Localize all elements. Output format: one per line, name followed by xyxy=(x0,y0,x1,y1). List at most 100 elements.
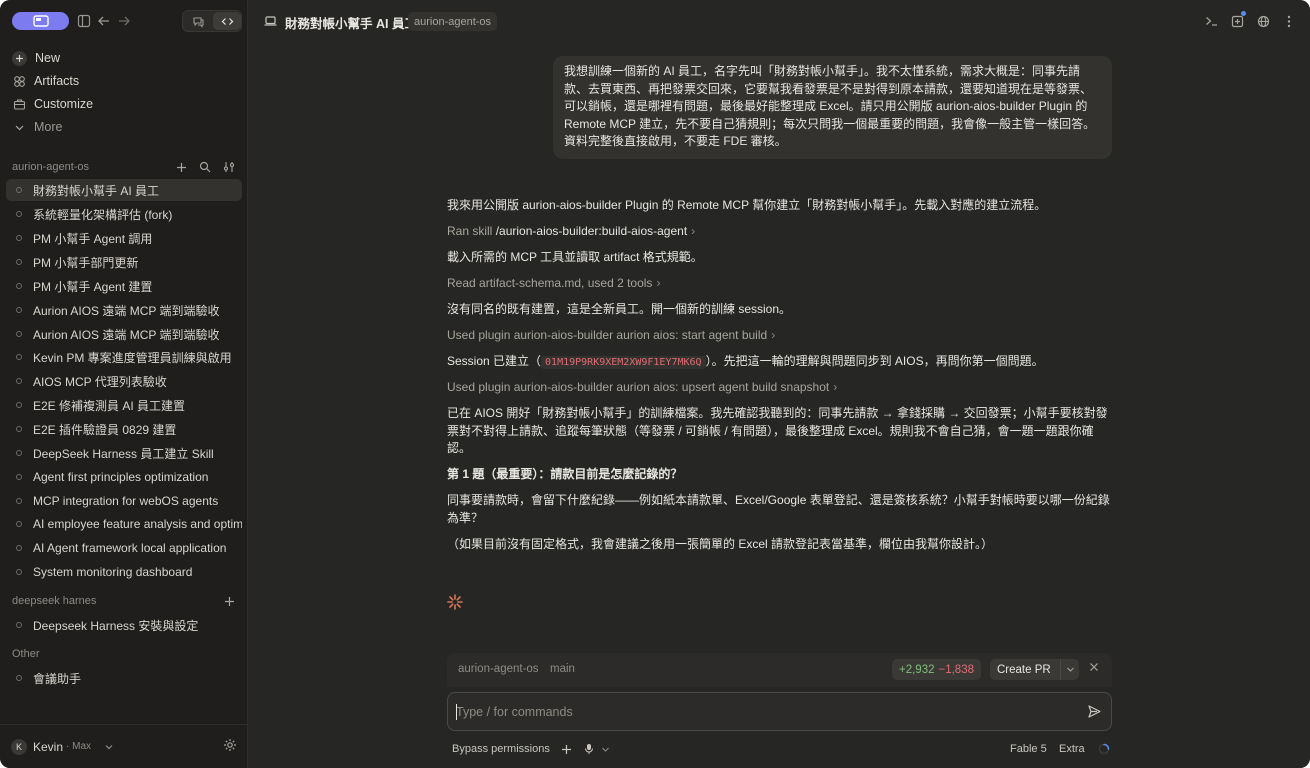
diff-deletions: −1,838 xyxy=(938,663,975,676)
conversation-item[interactable]: PM 小幫手部門更新 xyxy=(6,251,242,273)
chevron-right-icon: › xyxy=(691,224,696,238)
conversation-item[interactable]: 系統輕量化架構評估 (fork) xyxy=(6,203,242,225)
conversation-item[interactable]: System monitoring dashboard xyxy=(6,561,242,583)
conversation-item[interactable]: AI Agent framework local application xyxy=(6,537,242,559)
microphone-icon[interactable] xyxy=(584,741,594,757)
conversation-item[interactable]: AI employee feature analysis and optim xyxy=(6,513,242,535)
terminal-icon[interactable] xyxy=(1204,13,1218,29)
header-bar: 財務對帳小幫手 AI 員工 aurion-agent-os xyxy=(249,0,1310,42)
repo-badge[interactable]: aurion-agent-os xyxy=(408,12,498,31)
tool-call-value: /aurion-aios-builder:build-aios-agent xyxy=(495,224,688,238)
section-title: deepseek harnes xyxy=(12,595,97,607)
add-icon[interactable] xyxy=(174,158,188,176)
conversation-item[interactable]: PM 小幫手 Agent 調用 xyxy=(6,227,242,249)
create-pr-label: Create PR xyxy=(997,663,1051,676)
add-icon[interactable] xyxy=(222,592,236,610)
artifacts-icon xyxy=(12,74,26,88)
conversation-label: PM 小幫手 Agent 建置 xyxy=(33,279,153,294)
status-dot xyxy=(16,307,22,313)
diff-stat[interactable]: +2,932 −1,838 xyxy=(892,659,981,680)
message-input[interactable] xyxy=(456,702,1076,722)
search-icon[interactable] xyxy=(198,158,212,176)
user-name[interactable]: Kevin xyxy=(33,740,63,754)
conversation-label: AI Agent framework local application xyxy=(33,541,227,555)
conversation-label: AI employee feature analysis and optim xyxy=(33,517,242,531)
conversation-item[interactable]: 會議助手 xyxy=(6,667,242,689)
page-title: 財務對帳小幫手 AI 員工 xyxy=(285,17,417,31)
assistant-text: Session 已建立（ 01M19P9RK9XEM2XW9F1EY7MK6Q）。… xyxy=(447,353,1117,372)
nav-artifacts[interactable]: Artifacts xyxy=(12,71,79,91)
model-selector[interactable]: Fable 5 xyxy=(1010,741,1047,757)
preview-icon[interactable] xyxy=(1230,11,1246,29)
conversation-item[interactable]: E2E 修補複測員 AI 員工建置 xyxy=(6,394,242,416)
conversation-item[interactable]: Aurion AIOS 遠端 MCP 端到端驗收 xyxy=(6,323,242,345)
chevron-down-icon[interactable] xyxy=(601,741,610,757)
effort-selector[interactable]: Extra xyxy=(1059,741,1085,757)
question-note: （如果目前沒有固定格式，我會建議之後用一張簡單的 Excel 請款登記表當基準，… xyxy=(447,537,994,551)
chevron-right-icon: › xyxy=(771,328,776,342)
conversation-label: 財務對帳小幫手 AI 員工 xyxy=(33,183,160,198)
tool-call-label: Used plugin aurion-aios-builder aurion a… xyxy=(447,328,768,342)
nav-customize-label: Customize xyxy=(34,97,94,111)
avatar[interactable]: K xyxy=(11,739,27,755)
back-arrow-icon[interactable] xyxy=(95,12,113,30)
tool-call-row[interactable]: Ran skill /aurion-aios-builder:build-aio… xyxy=(447,223,1117,241)
gear-icon[interactable] xyxy=(223,738,237,757)
nav-new[interactable]: New xyxy=(12,48,60,68)
session-text-b: ）。先把這一輪的理解與問題同步到 AIOS，再問你第一個問題。 xyxy=(705,354,1044,368)
conversation-item[interactable]: Aurion AIOS 遠端 MCP 端到端驗收 xyxy=(6,299,242,321)
conversation-item[interactable]: E2E 插件驗證員 0829 建置 xyxy=(6,418,242,440)
conversation-item[interactable]: AIOS MCP 代理列表驗收 xyxy=(6,370,242,392)
chevron-right-icon: › xyxy=(656,276,661,290)
nav-customize[interactable]: Customize xyxy=(12,94,93,114)
git-repo-name[interactable]: aurion-agent-os xyxy=(458,663,539,675)
user-message: 我想訓練一個新的 AI 員工，名字先叫「財務對帳小幫手」。我不太懂系統，需求大概… xyxy=(553,56,1112,159)
thinking-spinner-icon xyxy=(447,594,463,615)
assistant-text: 載入所需的 MCP 工具並讀取 artifact 格式規範。 xyxy=(447,250,703,264)
conversation-item[interactable]: MCP integration for webOS agents xyxy=(6,490,242,512)
more-vertical-icon[interactable] xyxy=(1282,13,1296,29)
workspace-switcher-button[interactable] xyxy=(12,12,69,30)
close-icon[interactable] xyxy=(1089,662,1099,675)
code-mode-icon[interactable] xyxy=(213,12,241,30)
filter-icon[interactable] xyxy=(222,158,236,176)
nav-more[interactable]: More xyxy=(12,117,62,137)
text-cursor xyxy=(456,704,457,720)
conversation-item[interactable]: 財務對帳小幫手 AI 員工 xyxy=(6,179,242,201)
status-dot xyxy=(16,675,22,681)
conversation-item[interactable]: Agent first principles optimization xyxy=(6,466,242,488)
header-actions xyxy=(1204,11,1296,29)
conversation-item[interactable]: Deepseek Harness 安裝與設定 xyxy=(6,614,242,636)
tool-call-row[interactable]: Used plugin aurion-aios-builder aurion a… xyxy=(447,379,1117,397)
status-dot xyxy=(16,545,22,551)
notification-dot xyxy=(1241,11,1246,16)
status-dot xyxy=(16,354,22,360)
chevron-down-icon[interactable] xyxy=(1060,659,1079,680)
tool-call-row[interactable]: Used plugin aurion-aios-builder aurion a… xyxy=(447,327,1117,345)
mode-toggle xyxy=(182,10,242,32)
conversation-label: 系統輕量化架構評估 (fork) xyxy=(33,207,173,222)
conversation-item[interactable]: Kevin PM 專案進度管理員訓練與啟用 xyxy=(6,346,242,368)
globe-icon[interactable] xyxy=(1256,13,1270,29)
conversation-item[interactable]: DeepSeek Harness 員工建立 Skill xyxy=(6,442,242,464)
conversation-label: PM 小幫手部門更新 xyxy=(33,255,139,270)
permissions-mode-button[interactable]: Bypass permissions xyxy=(452,741,550,757)
attach-plus-icon[interactable] xyxy=(561,741,572,757)
tool-call-row[interactable]: Read artifact-schema.md, used 2 tools › xyxy=(447,275,1117,293)
sidebar: New Artifacts Customize More aurion-agen… xyxy=(0,0,248,768)
chevron-down-icon[interactable] xyxy=(104,739,114,757)
app-window: New Artifacts Customize More aurion-agen… xyxy=(0,0,1310,768)
laptop-icon xyxy=(264,14,277,32)
forward-arrow-icon[interactable] xyxy=(115,12,133,30)
status-dot xyxy=(16,378,22,384)
send-icon[interactable] xyxy=(1087,704,1102,724)
nav-more-label: More xyxy=(34,120,63,134)
section-title: aurion-agent-os xyxy=(12,161,90,173)
sidebar-toggle-icon[interactable] xyxy=(75,12,93,30)
status-dot xyxy=(16,259,22,265)
chat-mode-icon[interactable] xyxy=(184,12,212,30)
diff-additions: +2,932 xyxy=(899,663,935,676)
git-branch-name[interactable]: main xyxy=(550,663,575,675)
conversation-item[interactable]: PM 小幫手 Agent 建置 xyxy=(6,275,242,297)
create-pr-button[interactable]: Create PR xyxy=(990,659,1079,680)
